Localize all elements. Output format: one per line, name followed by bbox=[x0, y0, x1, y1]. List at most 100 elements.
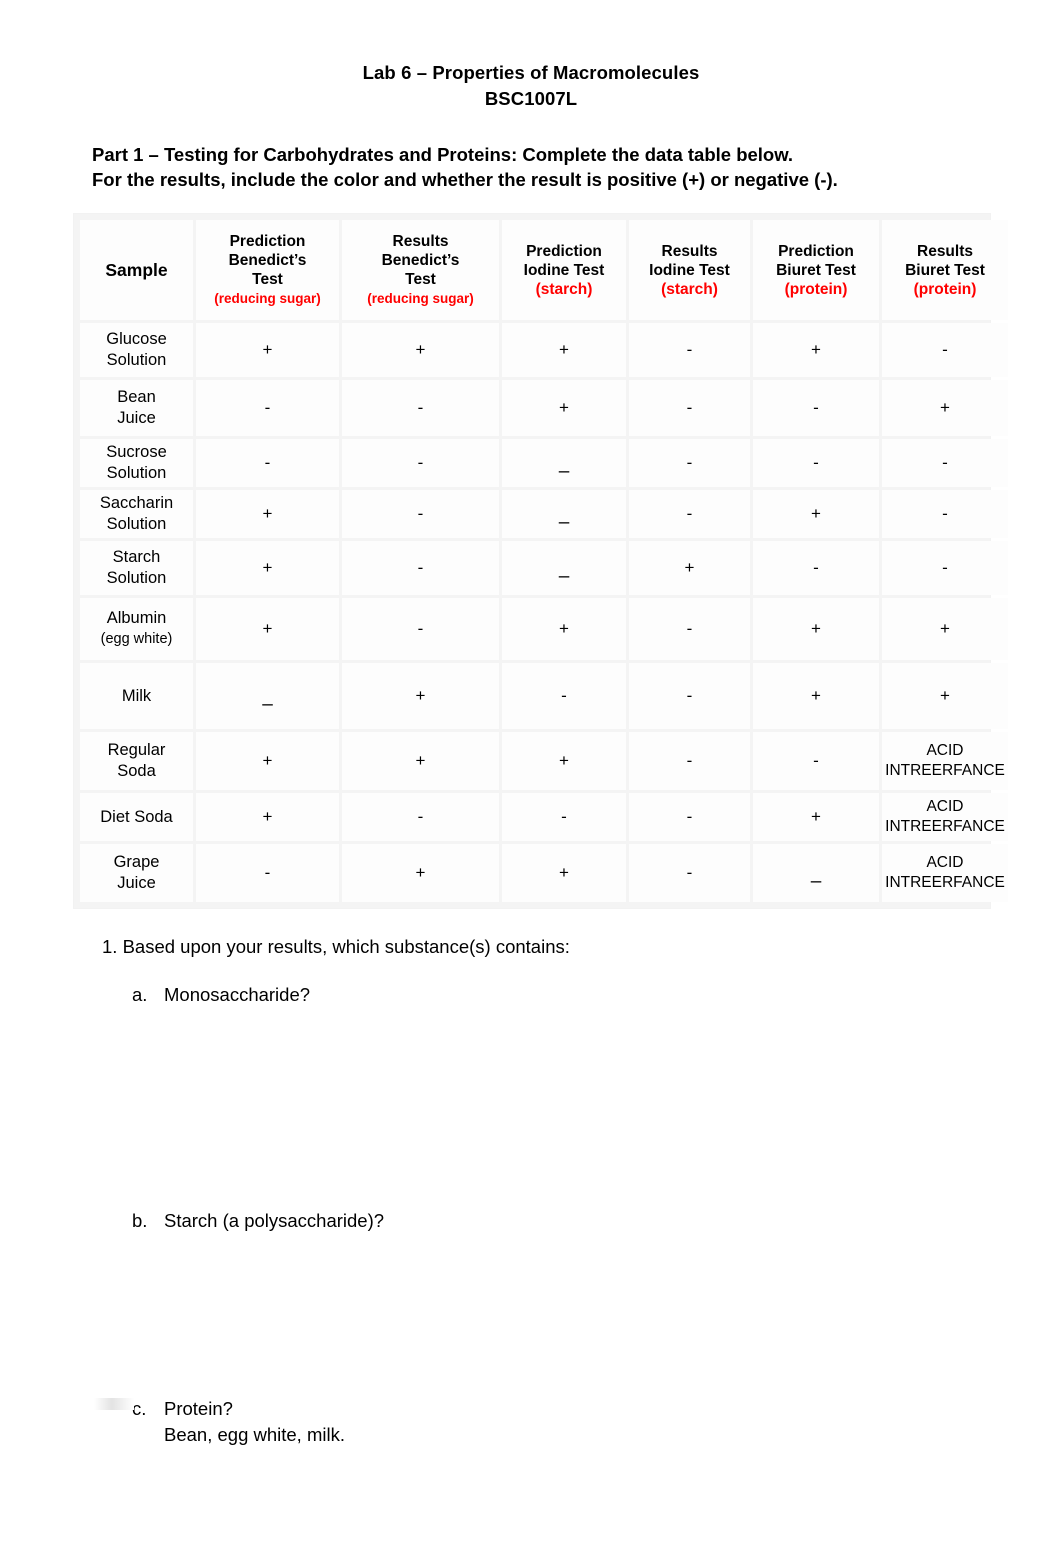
header-qualifier: (protein) bbox=[784, 280, 848, 298]
cell-prediction-benedicts[interactable]: + bbox=[196, 541, 339, 595]
cell-prediction-benedicts[interactable]: + bbox=[196, 732, 339, 790]
cell-results-iodine[interactable]: - bbox=[629, 793, 750, 841]
cell-results-benedicts[interactable]: - bbox=[342, 541, 499, 595]
cell-prediction-benedicts[interactable]: + bbox=[196, 323, 339, 377]
question-1c-answer[interactable]: Bean, egg white, milk. bbox=[164, 1422, 1062, 1448]
header-qualifier: (protein) bbox=[913, 280, 977, 298]
cell-results-biuret[interactable]: ACID INTREERFANCE bbox=[882, 844, 1008, 902]
header-text: Iodine Test bbox=[649, 261, 730, 279]
document-page: Lab 6 – Properties of Macromolecules BSC… bbox=[0, 0, 1062, 1556]
cell-prediction-biuret[interactable]: - bbox=[753, 732, 879, 790]
macromolecule-results-table: Sample Prediction Benedict’s Test (reduc… bbox=[77, 217, 1011, 905]
header-text: Test bbox=[252, 271, 283, 288]
course-code: BSC1007L bbox=[484, 88, 578, 109]
header-text: Iodine Test bbox=[523, 261, 605, 279]
cell-results-benedicts[interactable]: - bbox=[342, 598, 499, 660]
sample-line: Glucose bbox=[106, 330, 167, 348]
questions-section: 1. Based upon your results, which substa… bbox=[94, 934, 1062, 1448]
cell-prediction-biuret[interactable]: - bbox=[753, 380, 879, 436]
cell-prediction-biuret[interactable]: - bbox=[753, 541, 879, 595]
dash-mark: – bbox=[558, 566, 570, 587]
sample-line: Grape bbox=[113, 853, 160, 871]
header-text: Prediction bbox=[229, 233, 306, 250]
sample-name-cell: Sucrose Solution bbox=[80, 439, 193, 487]
question-1b-letter: b. bbox=[132, 1210, 148, 1231]
cell-prediction-benedicts[interactable]: – bbox=[196, 663, 339, 729]
sample-line: Starch bbox=[112, 548, 161, 566]
cell-results-biuret[interactable]: + bbox=[882, 598, 1008, 660]
cell-prediction-iodine[interactable]: + bbox=[502, 380, 626, 436]
cell-results-biuret[interactable]: + bbox=[882, 663, 1008, 729]
cell-prediction-iodine[interactable]: - bbox=[502, 663, 626, 729]
cell-prediction-iodine[interactable]: + bbox=[502, 598, 626, 660]
cell-prediction-iodine[interactable]: + bbox=[502, 844, 626, 902]
table-row: Sucrose Solution - - – - - - bbox=[80, 439, 1008, 487]
cell-results-iodine[interactable]: - bbox=[629, 439, 750, 487]
cell-results-biuret[interactable]: - bbox=[882, 439, 1008, 487]
cell-results-biuret[interactable]: - bbox=[882, 490, 1008, 538]
cell-results-iodine[interactable]: - bbox=[629, 732, 750, 790]
cell-results-benedicts[interactable]: - bbox=[342, 380, 499, 436]
cell-prediction-benedicts[interactable]: - bbox=[196, 439, 339, 487]
sample-name-cell: Regular Soda bbox=[80, 732, 193, 790]
cell-results-biuret[interactable]: - bbox=[882, 541, 1008, 595]
cell-results-benedicts[interactable]: + bbox=[342, 732, 499, 790]
instructions-line-1: Part 1 – Testing for Carbohydrates and P… bbox=[92, 144, 794, 165]
cell-results-iodine[interactable]: - bbox=[629, 380, 750, 436]
header-text: Benedict’s bbox=[228, 252, 307, 269]
dash-mark: – bbox=[558, 512, 570, 533]
cell-prediction-biuret[interactable]: + bbox=[753, 663, 879, 729]
cell-results-benedicts[interactable]: - bbox=[342, 490, 499, 538]
cell-results-biuret[interactable]: ACID INTREERFANCE bbox=[882, 793, 1008, 841]
cell-prediction-iodine[interactable]: – bbox=[502, 439, 626, 487]
sample-name-cell: Glucose Solution bbox=[80, 323, 193, 377]
answer-space-1a[interactable] bbox=[96, 1008, 1062, 1186]
cell-prediction-biuret[interactable]: – bbox=[753, 844, 879, 902]
cell-results-biuret[interactable]: + bbox=[882, 380, 1008, 436]
cell-results-iodine[interactable]: - bbox=[629, 844, 750, 902]
cell-prediction-benedicts[interactable]: + bbox=[196, 490, 339, 538]
cell-prediction-iodine[interactable]: + bbox=[502, 732, 626, 790]
cell-results-benedicts[interactable]: - bbox=[342, 439, 499, 487]
cell-prediction-iodine[interactable]: + bbox=[502, 323, 626, 377]
cell-results-iodine[interactable]: - bbox=[629, 663, 750, 729]
sample-name-cell: Starch Solution bbox=[80, 541, 193, 595]
instructions: Part 1 – Testing for Carbohydrates and P… bbox=[92, 142, 972, 192]
cell-results-benedicts[interactable]: + bbox=[342, 323, 499, 377]
cell-results-iodine[interactable]: - bbox=[629, 598, 750, 660]
cell-results-iodine[interactable]: + bbox=[629, 541, 750, 595]
cell-prediction-benedicts[interactable]: + bbox=[196, 793, 339, 841]
cell-prediction-benedicts[interactable]: + bbox=[196, 598, 339, 660]
sample-line: Solution bbox=[106, 515, 167, 533]
cell-results-iodine[interactable]: - bbox=[629, 323, 750, 377]
cell-results-benedicts[interactable]: + bbox=[342, 663, 499, 729]
column-header-prediction-iodine: Prediction Iodine Test (starch) bbox=[502, 220, 626, 320]
question-1b: b. Starch (a polysaccharide)? bbox=[132, 1208, 1062, 1234]
cell-prediction-benedicts[interactable]: - bbox=[196, 844, 339, 902]
dash-mark: – bbox=[558, 461, 570, 482]
dash-mark: – bbox=[262, 694, 273, 715]
column-header-results-benedicts: Results Benedict’s Test (reducing sugar) bbox=[342, 220, 499, 320]
cell-prediction-biuret[interactable]: + bbox=[753, 598, 879, 660]
page-title: Lab 6 – Properties of Macromolecules bbox=[362, 62, 700, 83]
cell-results-benedicts[interactable]: - bbox=[342, 793, 499, 841]
sample-name-cell: Albumin (egg white) bbox=[80, 598, 193, 660]
header-text: Biuret Test bbox=[905, 261, 985, 279]
cell-prediction-biuret[interactable]: + bbox=[753, 323, 879, 377]
answer-space-1b[interactable] bbox=[96, 1234, 1062, 1374]
cell-prediction-iodine[interactable]: - bbox=[502, 793, 626, 841]
sample-line: Soda bbox=[117, 762, 156, 780]
cell-results-biuret[interactable]: - bbox=[882, 323, 1008, 377]
cell-prediction-iodine[interactable]: – bbox=[502, 541, 626, 595]
table-row: Milk – + - - + + bbox=[80, 663, 1008, 729]
cell-prediction-biuret[interactable]: - bbox=[753, 439, 879, 487]
cell-results-biuret[interactable]: ACID INTREERFANCE bbox=[882, 732, 1008, 790]
header-qualifier: (starch) bbox=[661, 280, 718, 298]
cell-prediction-biuret[interactable]: + bbox=[753, 793, 879, 841]
cell-prediction-biuret[interactable]: + bbox=[753, 490, 879, 538]
cell-results-benedicts[interactable]: + bbox=[342, 844, 499, 902]
question-1c-text: Protein? bbox=[164, 1398, 233, 1419]
cell-prediction-iodine[interactable]: – bbox=[502, 490, 626, 538]
cell-results-iodine[interactable]: - bbox=[629, 490, 750, 538]
cell-prediction-benedicts[interactable]: - bbox=[196, 380, 339, 436]
